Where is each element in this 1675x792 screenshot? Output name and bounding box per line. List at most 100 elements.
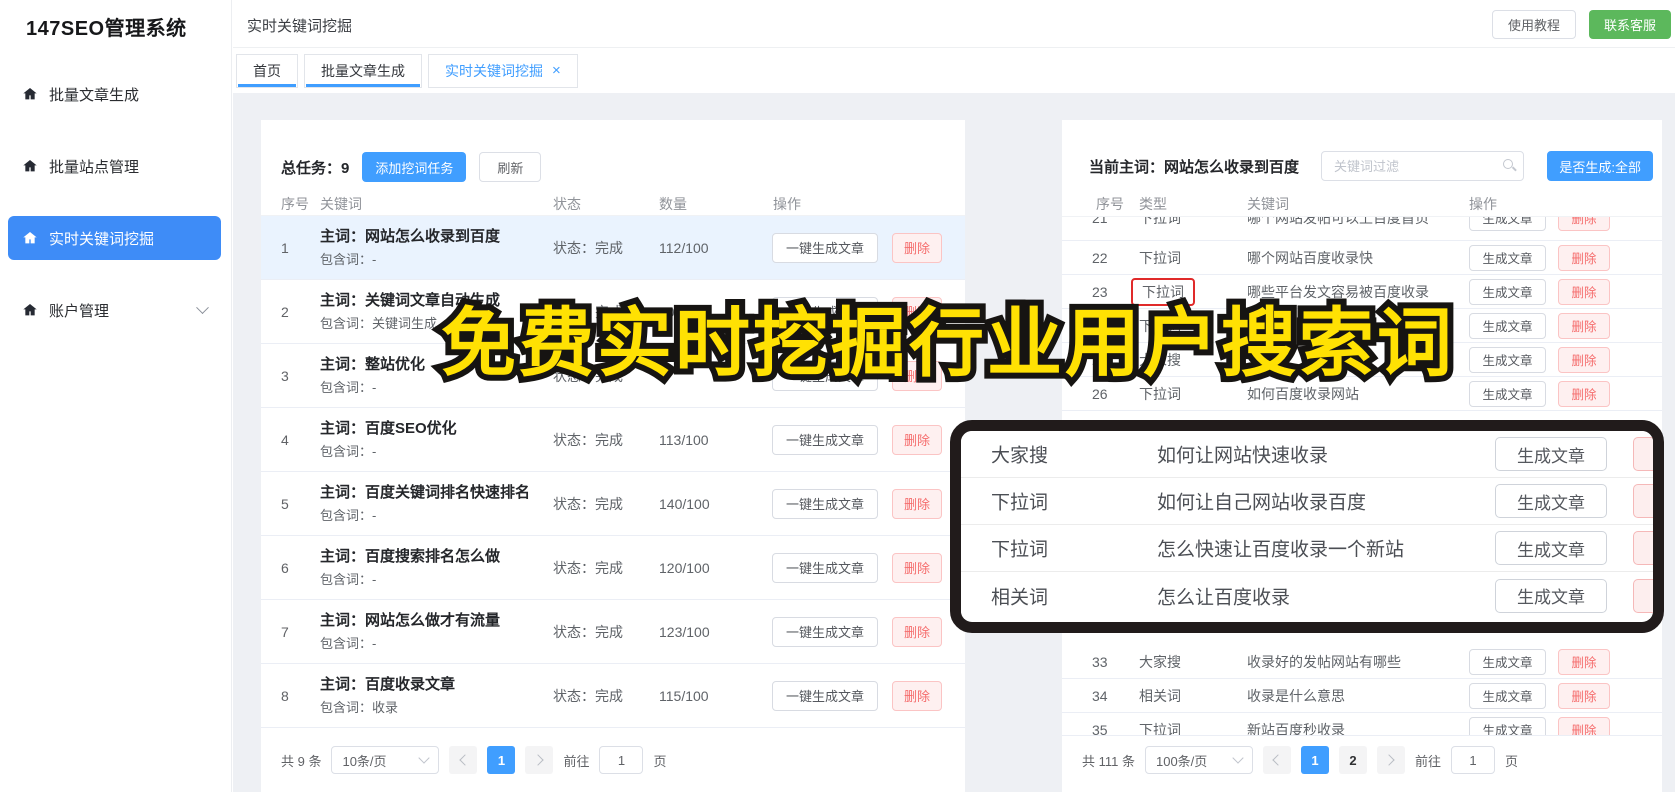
goto-page-input[interactable] [599,746,644,774]
tab[interactable]: 实时关键词挖掘 × [428,53,578,88]
home-icon [22,302,38,318]
generate-article-button[interactable]: 一键生成文章 [772,552,878,583]
delete-button[interactable]: 删除 [1558,244,1610,271]
generate-article-button[interactable]: 生成文章 [1469,217,1546,231]
tutorial-button[interactable]: 使用教程 [1491,10,1576,39]
generate-article-button[interactable]: 生成文章 [1495,437,1607,471]
keyword-text: 哪些平台发文容易被百度收录 [1247,283,1429,300]
generate-article-button[interactable]: 生成文章 [1469,278,1546,305]
type-cell: 相关词 [1139,687,1181,704]
topbar: 实时关键词挖掘 使用教程 联系客服 [233,0,1675,48]
delete-button[interactable]: 删除 [1558,682,1610,709]
generate-article-button[interactable]: 生成文章 [1469,244,1546,271]
tab-label: 批量文章生成 [321,62,405,79]
total-tasks-label: 总任务：9 [281,157,349,178]
generate-article-button[interactable]: 一键生成文章 [772,232,878,263]
tab[interactable]: 批量文章生成 [304,53,422,88]
page-size-select[interactable]: 10条/页 [331,746,440,774]
generate-article-button[interactable]: 生成文章 [1469,682,1546,709]
prev-page-button[interactable] [1262,746,1291,774]
keywords-table-header: 序号 类型 关键词 操作 [1062,194,1662,214]
count-text: 120/100 [659,559,710,576]
sidebar-item[interactable]: 批量文章生成 [8,72,221,116]
delete-button[interactable]: 删除 [1558,380,1610,407]
generate-article-button[interactable]: 一键生成文章 [772,680,878,711]
sidebar-item-label: 账户管理 [49,302,110,320]
main-keyword: 主词：网站怎么收录到百度 [320,228,501,245]
generate-article-button[interactable]: 一键生成文章 [772,616,878,647]
delete-button[interactable]: 删除 [1558,716,1610,735]
page-button[interactable]: 2 [1338,746,1367,774]
row-number: 7 [281,623,289,640]
delete-button[interactable]: 删除 [892,232,942,263]
keyword-filter-input[interactable] [1321,151,1524,181]
next-page-button[interactable] [1376,746,1405,774]
tab[interactable]: 首页 [236,53,298,88]
refresh-button[interactable]: 刷新 [479,152,542,182]
generate-article-button[interactable]: 生成文章 [1469,312,1546,339]
page-size-value: 100条/页 [1155,753,1208,769]
include-words: 包含词：- [320,508,377,523]
delete-button[interactable]: 删除 [1558,648,1610,675]
delete-button[interactable]: 删除 [1558,217,1610,231]
delete-button[interactable]: 删除 [1633,437,1653,471]
delete-button[interactable]: 删除 [1558,346,1610,373]
delete-button[interactable]: 删除 [1558,312,1610,339]
generate-article-button[interactable]: 一键生成文章 [772,424,878,455]
keyword-cell: 主词：百度关键词排名快速排名 包含词：- [320,481,545,526]
generate-article-button[interactable]: 生成文章 [1469,380,1546,407]
include-words: 包含词：收录 [320,700,399,715]
next-page-button[interactable] [525,746,554,774]
include-words: 包含词：- [320,252,377,267]
goto-page-input[interactable] [1451,746,1495,774]
count-text: 140/100 [659,495,710,512]
sidebar-item-label: 批量文章生成 [49,86,140,104]
magnified-inset-panel: 大家搜如何让网站快速收录生成文章删除下拉词如何让自己网站收录百度生成文章删除下拉… [950,420,1664,633]
generate-article-button[interactable]: 生成文章 [1469,648,1546,675]
delete-button[interactable]: 删除 [892,680,942,711]
status-text: 状态：完成 [553,495,623,512]
row-number: 26 [1092,385,1108,402]
close-icon[interactable]: × [552,63,561,78]
main-keyword: 主词：百度关键词排名快速排名 [320,484,531,501]
row-number: 22 [1092,249,1108,266]
delete-button[interactable]: 删除 [1633,484,1653,518]
type-cell: 下拉词 [991,492,1049,514]
generate-article-button[interactable]: 生成文章 [1495,578,1607,613]
page-size-select[interactable]: 100条/页 [1144,746,1253,774]
sidebar-item[interactable]: 账户管理 [8,288,221,332]
tasks-panel-header: 总任务：9 添加挖词任务 刷新 [281,152,542,182]
total-tasks-text: 总任务： [281,159,342,177]
keyword-text: 收录好的发帖网站有哪些 [1247,653,1401,670]
page-button[interactable]: 1 [1300,746,1329,774]
search-icon [1503,159,1513,169]
keyword-text: 如何百度收录网站 [1247,385,1359,402]
generate-filter-button[interactable]: 是否生成:全部 [1547,151,1653,181]
tabbar: 首页 批量文章生成 实时关键词挖掘 × [233,48,1675,93]
sidebar-item[interactable]: 实时关键词挖掘 [8,216,221,260]
home-icon [22,230,38,246]
generate-article-button[interactable]: 生成文章 [1469,716,1546,735]
prev-page-button[interactable] [449,746,478,774]
generate-article-button[interactable]: 一键生成文章 [772,488,878,519]
delete-button[interactable]: 删除 [1558,278,1610,305]
delete-button[interactable]: 删除 [892,616,942,647]
sidebar-item[interactable]: 批量站点管理 [8,144,221,188]
task-row: 1 主词：网站怎么收录到百度 包含词：- 状态：完成 112/100 一键生成文章 删除 [261,216,965,280]
contact-support-button[interactable]: 联系客服 [1588,10,1671,39]
delete-button[interactable]: 删除 [1633,531,1653,565]
type-cell: 下拉词 [1139,217,1181,226]
page-size-value: 10条/页 [342,753,387,769]
type-cell: 下拉词 [1139,249,1181,266]
add-task-button[interactable]: 添加挖词任务 [362,152,467,182]
generate-article-button[interactable]: 生成文章 [1495,531,1607,565]
delete-button[interactable]: 删除 [892,424,942,455]
page-button[interactable]: 1 [487,746,516,774]
keywords-pagination: 共 111 条 100条/页 12 前往 页 [1082,746,1518,774]
delete-button[interactable]: 删除 [892,552,942,583]
delete-button[interactable]: 删除 [892,488,942,519]
delete-button[interactable]: 删除 [1633,578,1653,613]
generate-article-button[interactable]: 生成文章 [1495,484,1607,518]
generate-article-button[interactable]: 生成文章 [1469,346,1546,373]
total-tasks-value: 9 [341,159,350,177]
